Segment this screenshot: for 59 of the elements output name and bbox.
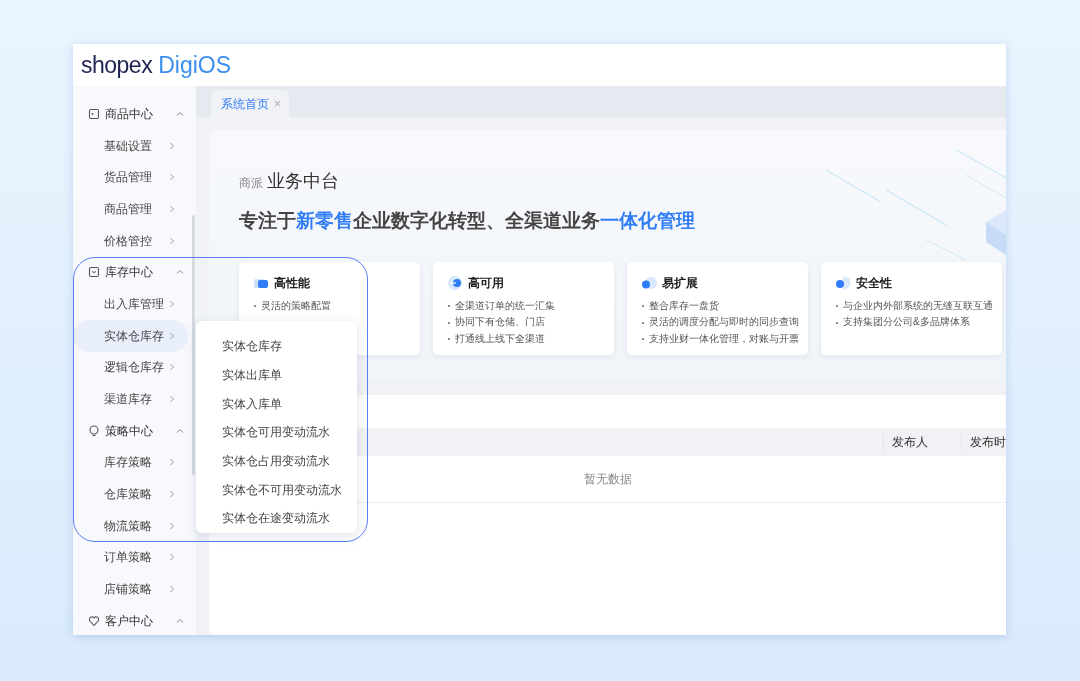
box-icon xyxy=(88,107,100,120)
feature-point: 打通线上线下全渠道 xyxy=(455,331,545,346)
heart-icon xyxy=(88,614,100,627)
shield-icon xyxy=(835,274,851,291)
chevron-icon xyxy=(168,173,176,182)
column-header: 发布时 xyxy=(961,433,1006,451)
feature-title: 高可用 xyxy=(468,274,504,292)
logo-brand: shopex xyxy=(81,50,153,80)
feature-point: 整合库存一盘货 xyxy=(649,298,719,313)
sidebar-group[interactable]: 商品中心 xyxy=(73,98,196,130)
chevron-icon xyxy=(168,141,176,150)
sidebar-item[interactable]: 店铺策略 xyxy=(73,573,188,605)
sidebar-item[interactable]: 渠道库存 xyxy=(73,383,188,415)
feature-point: 全渠道订单的统一汇集 xyxy=(455,298,555,313)
chevron-icon xyxy=(168,458,176,467)
feature-title: 高性能 xyxy=(274,274,310,292)
chevron-icon xyxy=(168,395,176,404)
sidebar-item[interactable]: 商品管理 xyxy=(73,193,188,225)
chevron-icon xyxy=(168,490,176,499)
menu-item[interactable]: 实体出库单 xyxy=(196,360,357,390)
feature-point: 支持集团分公司&多品牌体系 xyxy=(843,315,970,330)
feature-point: 支持业财一体化管理，对账与开票 xyxy=(649,331,799,346)
sidebar-item[interactable]: 实体仓库存 xyxy=(73,319,188,352)
sidebar-item[interactable]: 物流策略 xyxy=(73,509,188,542)
chevron-icon xyxy=(168,521,176,530)
chevron-icon xyxy=(168,585,176,594)
headline: 专注于新零售企业数字化转型、全渠道业务一体化管理 xyxy=(239,209,696,233)
menu-item[interactable]: 实体仓可用变动流水 xyxy=(196,418,357,447)
scrollbar[interactable] xyxy=(192,215,195,475)
feature-point: 灵活的调度分配与即时的同步查询 xyxy=(649,315,799,330)
chevron-icon xyxy=(168,553,176,562)
sidebar-item[interactable]: 货品管理 xyxy=(73,161,188,194)
brand-label: 商派 xyxy=(239,176,263,190)
menu-item[interactable]: 实体入库单 xyxy=(196,389,357,419)
chevron-icon xyxy=(168,331,176,340)
chevron-icon xyxy=(168,204,176,213)
feature-point: 与企业内外部系统的无缝互联互通 xyxy=(843,298,993,313)
feature-point: 协同下有仓储、门店 xyxy=(455,315,545,330)
hero-title: 业务中台 xyxy=(267,171,339,191)
sidebar-item[interactable]: 订单策略 xyxy=(73,541,188,574)
bulb-icon xyxy=(88,424,100,437)
tab[interactable]: 系统首页 × xyxy=(211,90,289,117)
chevron-icon xyxy=(168,236,176,245)
chevron-icon xyxy=(168,363,176,372)
feature-title: 安全性 xyxy=(856,274,892,292)
feature-point: 灵活的策略配置 xyxy=(261,298,331,313)
sidebar-item[interactable]: 仓库策略 xyxy=(73,478,188,510)
logo-product: DigiOS xyxy=(158,50,232,80)
sidebar-item[interactable]: 价格管控 xyxy=(73,224,188,257)
sidebar-group[interactable]: 客户中心 xyxy=(73,605,196,635)
sidebar-item[interactable]: 基础设置 xyxy=(73,129,188,162)
menu-item[interactable]: 实体仓在途变动流水 xyxy=(196,504,357,533)
column-header: 发布人 xyxy=(883,433,961,451)
sidebar-item[interactable]: 出入库管理 xyxy=(73,288,188,320)
box-icon xyxy=(88,266,100,279)
sidebar-item[interactable]: 库存策略 xyxy=(73,446,188,479)
chevron-icon xyxy=(168,299,176,308)
feature-title: 易扩展 xyxy=(662,274,698,292)
menu-item[interactable]: 实体仓库存 xyxy=(196,332,357,361)
